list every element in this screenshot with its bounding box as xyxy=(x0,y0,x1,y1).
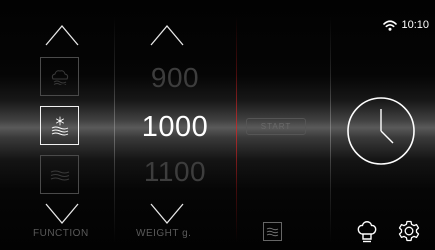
weight-up-button[interactable] xyxy=(150,24,184,46)
function-option-steam[interactable] xyxy=(40,57,79,96)
function-up-button[interactable] xyxy=(45,24,79,46)
status-bar: 10:10 xyxy=(383,19,429,31)
weight-value-next[interactable]: 1100 xyxy=(116,156,234,188)
weight-label: WEIGHT g. xyxy=(136,228,192,239)
weight-value-prev[interactable]: 900 xyxy=(116,62,234,94)
steam-icon xyxy=(51,69,68,85)
settings-button[interactable] xyxy=(397,219,421,243)
chevron-up-icon xyxy=(150,24,184,46)
chef-hat-icon xyxy=(357,221,377,243)
column-divider-accent xyxy=(236,16,237,242)
start-button[interactable]: START xyxy=(246,118,306,135)
wifi-icon xyxy=(383,19,398,31)
clock-time: 10:10 xyxy=(401,19,429,31)
column-divider xyxy=(114,16,115,242)
column-divider xyxy=(330,16,331,242)
program-list-button[interactable] xyxy=(263,222,282,241)
function-option-defrost[interactable] xyxy=(40,106,79,145)
heat-waves-icon xyxy=(50,170,69,180)
function-option-heat[interactable] xyxy=(40,155,79,194)
chevron-down-icon xyxy=(150,203,184,225)
oven-control-screen: 10:10 FUNCTION 900 1000 1100 WEIGHT g. S… xyxy=(0,0,435,250)
clock-icon xyxy=(347,97,415,165)
weight-down-button[interactable] xyxy=(150,203,184,225)
function-down-button[interactable] xyxy=(45,203,79,225)
chevron-down-icon xyxy=(45,203,79,225)
timer-button[interactable] xyxy=(346,96,416,166)
chevron-up-icon xyxy=(45,24,79,46)
program-list-icon xyxy=(263,222,282,241)
weight-value-selected[interactable]: 1000 xyxy=(116,111,234,143)
settings-gear-icon xyxy=(398,220,420,242)
function-label: FUNCTION xyxy=(33,228,89,239)
recipes-button[interactable] xyxy=(356,219,378,243)
defrost-icon xyxy=(51,116,68,135)
